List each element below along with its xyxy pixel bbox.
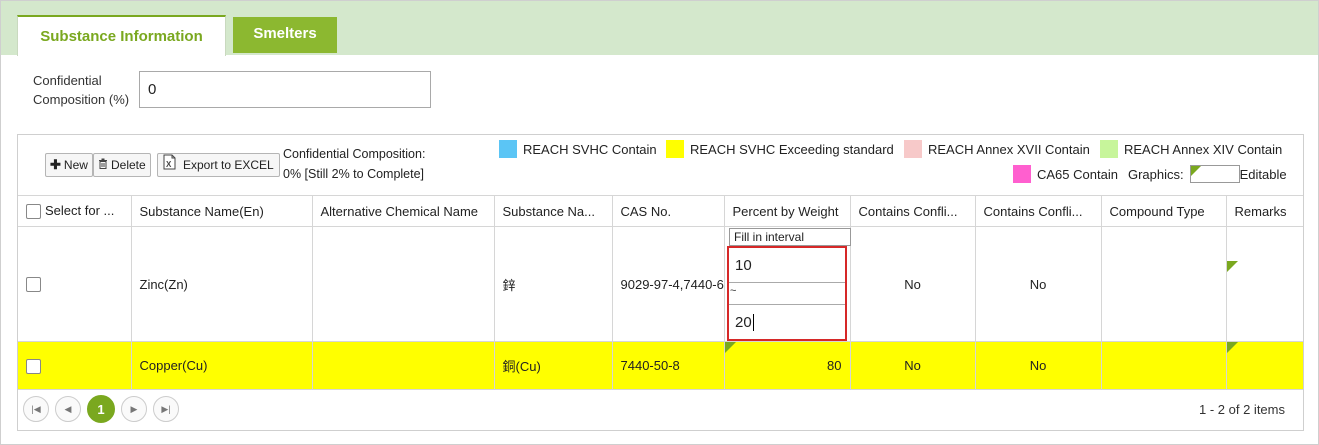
legend-editable-label: Editable xyxy=(1239,166,1287,182)
cell-percent[interactable]: 80 xyxy=(724,341,851,390)
row-select-cell[interactable] xyxy=(18,341,132,390)
legend-swatch-annex17 xyxy=(904,140,922,158)
prev-page-button[interactable]: ◀ xyxy=(55,396,81,422)
substance-table: Select for ... Substance Name(En) Altern… xyxy=(18,195,1303,390)
delete-button-label: Delete xyxy=(111,158,146,172)
cell-conflict1[interactable]: No xyxy=(850,341,976,390)
prev-page-icon: ◀ xyxy=(64,403,72,414)
cell-compound[interactable] xyxy=(1101,341,1227,390)
select-all-checkbox[interactable] xyxy=(26,204,41,220)
cell-name-en[interactable]: Copper(Cu) xyxy=(131,341,313,390)
legend-swatch-ca65 xyxy=(1013,165,1031,183)
legend-annex14: REACH Annex XIV Contain xyxy=(1100,140,1282,158)
cell-compound[interactable] xyxy=(1101,226,1227,342)
cell-remarks[interactable] xyxy=(1226,341,1303,390)
confidential-status-line2: 0% [Still 2% to Complete] xyxy=(283,167,425,181)
column-header-cas[interactable]: CAS No. xyxy=(612,195,725,227)
editable-flag-icon xyxy=(1226,342,1238,353)
last-page-icon: ▶| xyxy=(161,403,171,414)
legend-swatch-annex14 xyxy=(1100,140,1118,158)
column-header-compound[interactable]: Compound Type xyxy=(1101,195,1227,227)
row-checkbox[interactable] xyxy=(26,358,41,374)
first-page-button[interactable]: |◀ xyxy=(23,396,49,422)
editable-flag-icon xyxy=(724,342,736,353)
svg-text:X: X xyxy=(166,160,172,169)
confidential-composition-input[interactable]: 0 xyxy=(139,71,431,108)
cell-name-local[interactable]: 銅(Cu) xyxy=(494,341,613,390)
row-select-cell[interactable] xyxy=(18,226,132,342)
cell-remarks[interactable] xyxy=(1226,226,1303,342)
legend-graphics-label: Graphics: xyxy=(1127,166,1184,182)
table-row[interactable]: Zinc(Zn) 鋅 9029-97-4,7440-6 No No xyxy=(18,226,1303,342)
cell-alt-name[interactable] xyxy=(312,341,495,390)
substance-grid-panel: ✚ New Delete X Export to EXCEL Confident… xyxy=(17,134,1304,431)
page-1-button[interactable]: 1 xyxy=(87,395,115,423)
confidential-status-line1: Confidential Composition: xyxy=(283,147,426,161)
plus-icon: ✚ xyxy=(50,157,61,172)
tab-bar: Substance Information Smelters xyxy=(1,1,1318,56)
export-excel-button[interactable]: X Export to EXCEL xyxy=(157,153,280,177)
legend-svhc-exceeding: REACH SVHC Exceeding standard xyxy=(666,140,894,158)
column-header-name-en[interactable]: Substance Name(En) xyxy=(131,195,313,227)
table-header-row: Select for ... Substance Name(En) Altern… xyxy=(18,195,1303,227)
pager-info: 1 - 2 of 2 items xyxy=(1199,402,1285,417)
column-header-alt-name[interactable]: Alternative Chemical Name xyxy=(312,195,495,227)
table-row[interactable]: Copper(Cu) 銅(Cu) 7440-50-8 80 No No xyxy=(18,341,1303,390)
legend-swatch-svhc-exceeding xyxy=(666,140,684,158)
legend-ca65: CA65 Contain Graphics: Editable xyxy=(1013,165,1287,183)
column-header-name-local[interactable]: Substance Na... xyxy=(494,195,613,227)
legend-label-svhc-exceeding: REACH SVHC Exceeding standard xyxy=(690,141,894,157)
row-checkbox[interactable] xyxy=(26,277,41,293)
cell-cas[interactable]: 7440-50-8 xyxy=(612,341,725,390)
export-excel-label: Export to EXCEL xyxy=(183,158,274,172)
legend-label-annex17: REACH Annex XVII Contain xyxy=(928,141,1090,157)
legend-svhc-contain: REACH SVHC Contain xyxy=(499,140,657,158)
excel-file-icon: X xyxy=(163,154,176,177)
interval-low-input[interactable]: 10 xyxy=(729,248,845,283)
new-button-label: New xyxy=(63,158,88,172)
interval-high-input[interactable]: 20​ xyxy=(729,304,845,339)
cell-conflict2[interactable]: No xyxy=(975,226,1102,342)
interval-high-value: 20 xyxy=(735,314,752,331)
confidential-status: Confidential Composition: 0% [Still 2% t… xyxy=(283,144,453,184)
select-header-label: Select for ... xyxy=(45,202,115,218)
legend-annex17: REACH Annex XVII Contain xyxy=(904,140,1090,158)
legend-label-svhc-contain: REACH SVHC Contain xyxy=(523,141,657,157)
editable-flag-icon xyxy=(1226,261,1238,272)
cell-name-local[interactable]: 鋅 xyxy=(494,226,613,342)
column-header-conflict1[interactable]: Contains Confli... xyxy=(850,195,976,227)
legend-label-ca65: CA65 Contain xyxy=(1037,166,1118,182)
percent-value: 80 xyxy=(827,358,842,373)
column-header-conflict2[interactable]: Contains Confli... xyxy=(975,195,1102,227)
text-cursor: ​ xyxy=(752,314,754,331)
delete-button[interactable]: Delete xyxy=(93,153,151,177)
cell-conflict2[interactable]: No xyxy=(975,341,1102,390)
legend-swatch-svhc-contain xyxy=(499,140,517,158)
column-header-remarks[interactable]: Remarks xyxy=(1226,195,1303,227)
window-frame: Substance Information Smelters Confident… xyxy=(0,0,1319,445)
interval-separator: ~ xyxy=(730,285,737,297)
tab-substance-information[interactable]: Substance Information xyxy=(17,15,226,56)
first-page-icon: |◀ xyxy=(31,403,41,414)
next-page-icon: ▶ xyxy=(130,403,138,414)
new-button[interactable]: ✚ New xyxy=(45,153,93,177)
trash-icon xyxy=(98,154,108,176)
pager: |◀ ◀ 1 ▶ ▶| xyxy=(23,395,179,423)
next-page-button[interactable]: ▶ xyxy=(121,396,147,422)
cell-alt-name[interactable] xyxy=(312,226,495,342)
column-header-percent[interactable]: Percent by Weight xyxy=(724,195,851,227)
editable-graphic-sample xyxy=(1189,165,1240,183)
legend-label-annex14: REACH Annex XIV Contain xyxy=(1124,141,1283,157)
tab-smelters[interactable]: Smelters xyxy=(233,17,337,53)
column-header-select[interactable]: Select for ... xyxy=(18,195,132,227)
confidential-composition-label: Confidential Composition (%) xyxy=(33,73,130,107)
cell-conflict1[interactable]: No xyxy=(850,226,976,342)
interval-hint: Fill in interval xyxy=(729,228,851,246)
cell-cas[interactable]: 9029-97-4,7440-6 xyxy=(612,226,725,342)
cell-name-en[interactable]: Zinc(Zn) xyxy=(131,226,313,342)
interval-input-group: 10 ~ 20​ xyxy=(727,246,847,341)
last-page-button[interactable]: ▶| xyxy=(153,396,179,422)
